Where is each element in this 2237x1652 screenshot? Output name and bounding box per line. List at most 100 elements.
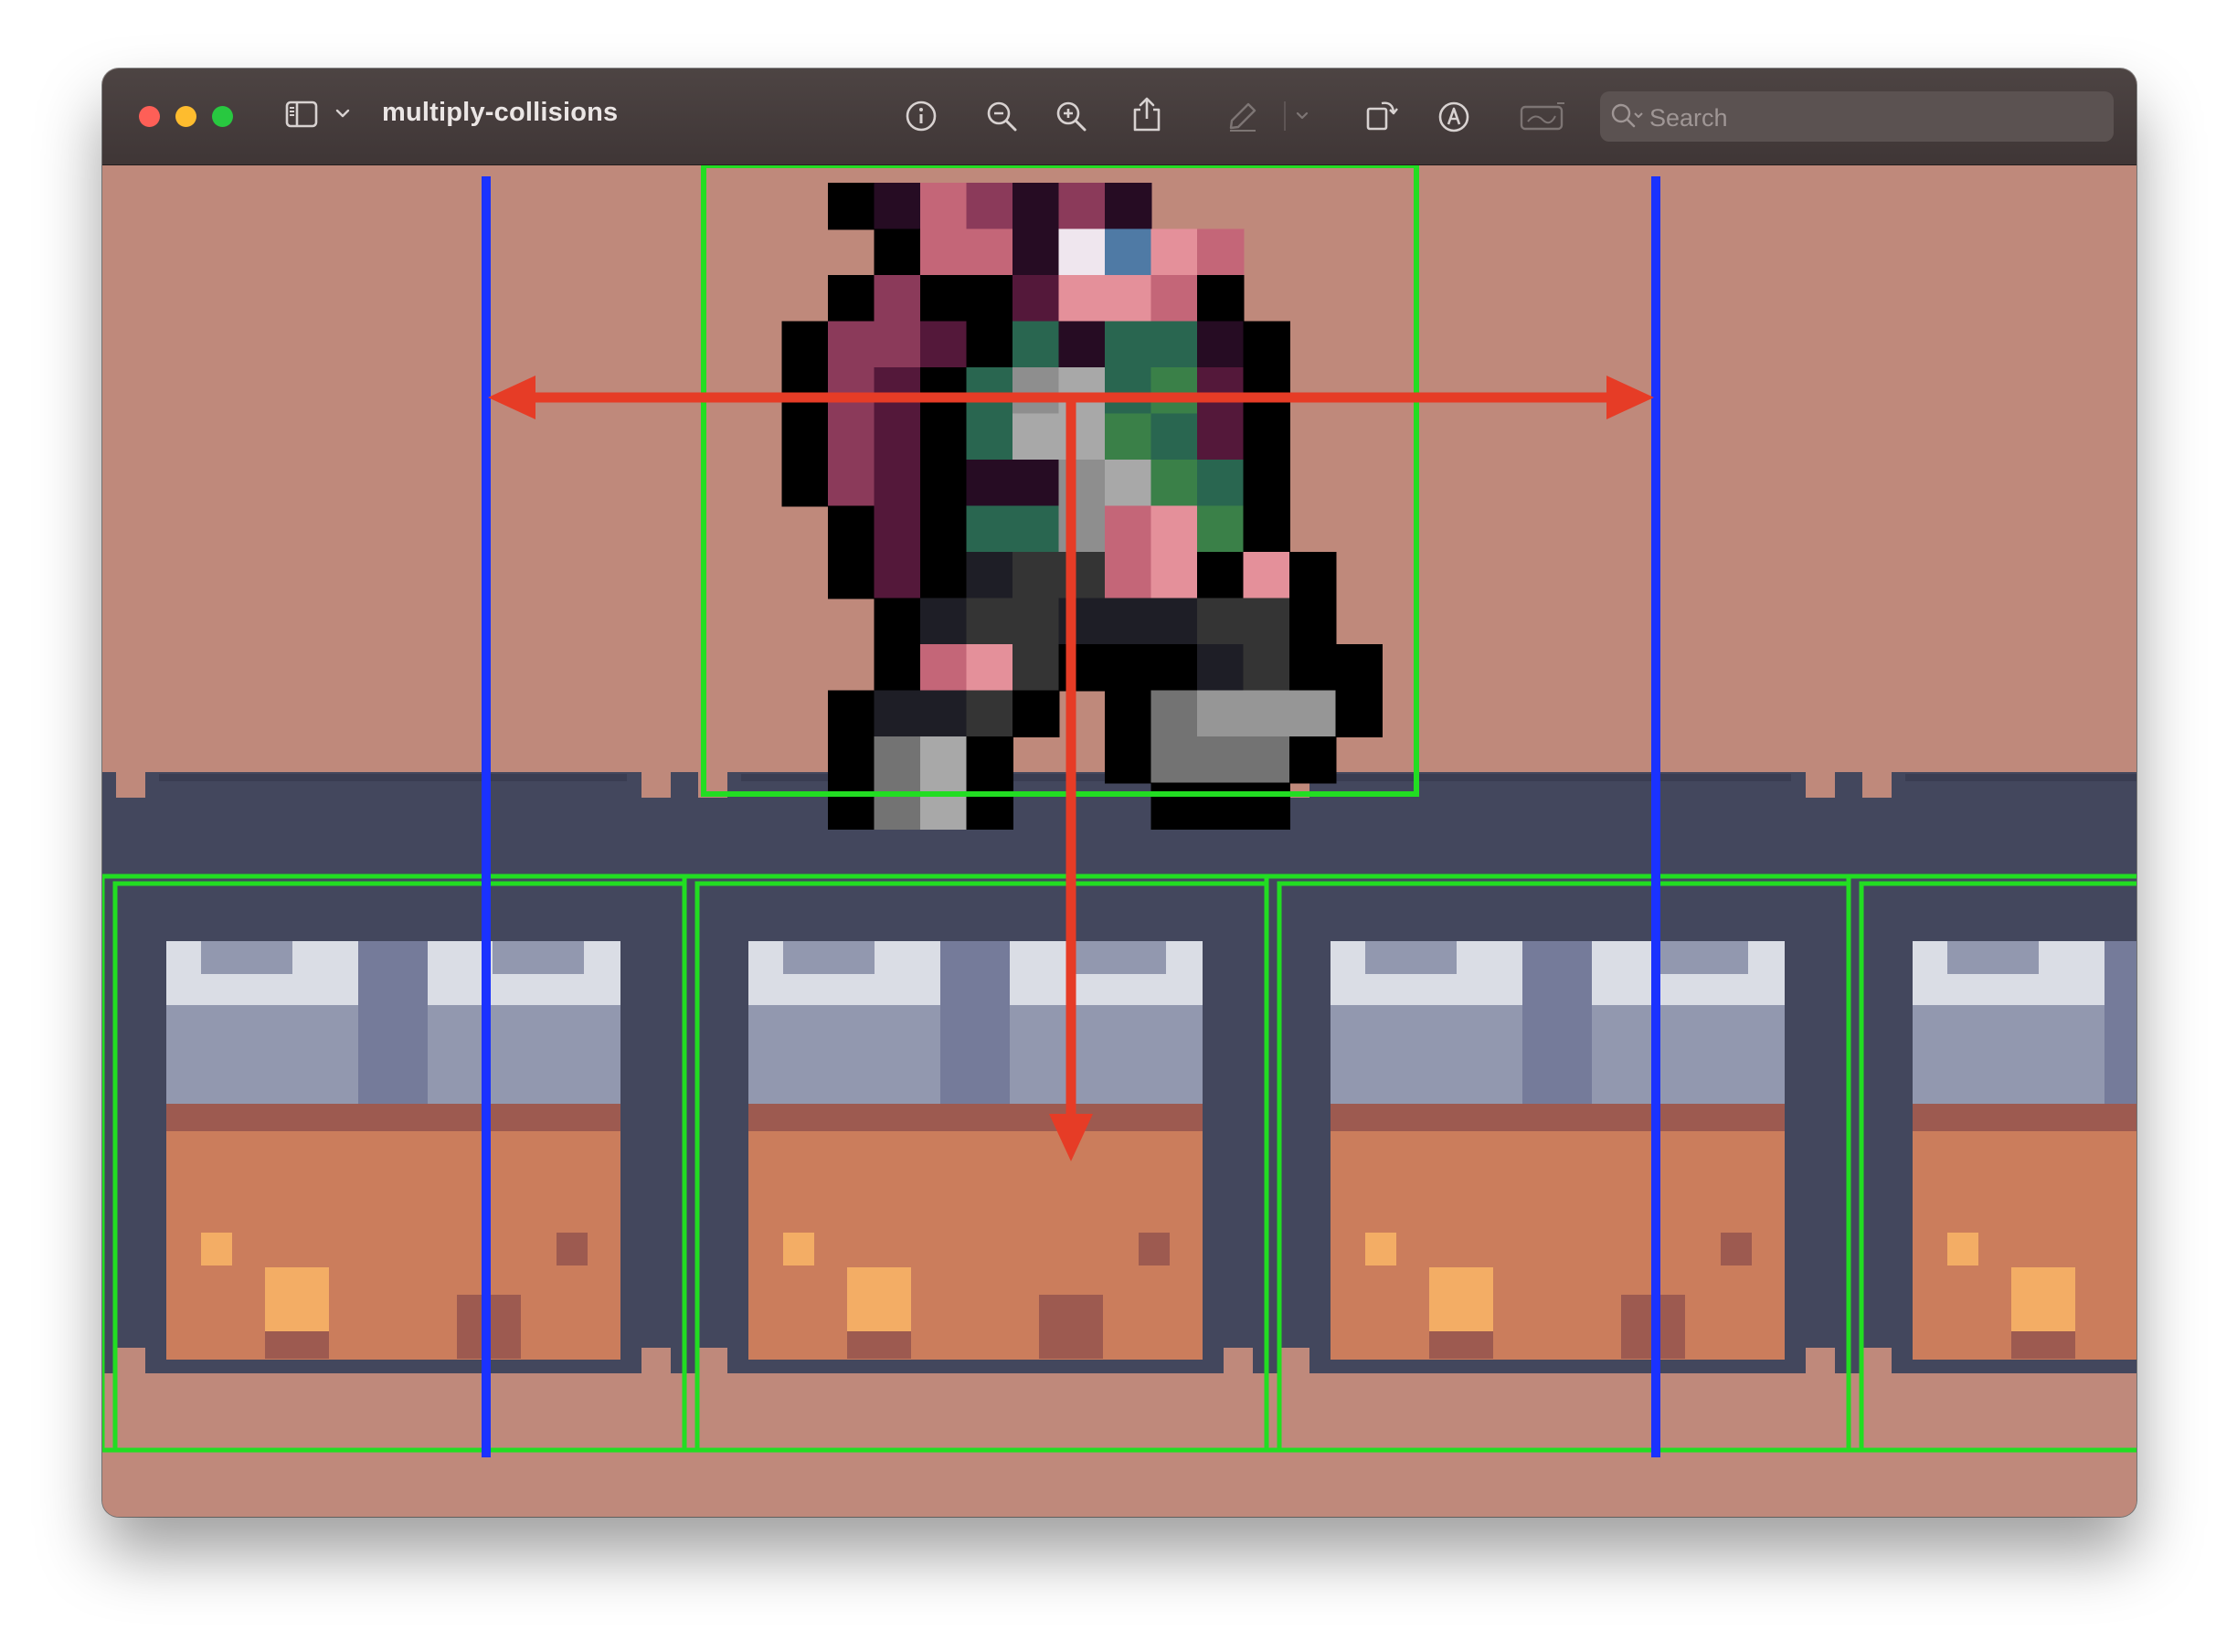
sprite-pixel [1243,552,1290,599]
tile-seam [2104,941,2136,1104]
sprite-pixel [1012,598,1060,645]
sprite-pixel [920,598,968,645]
minimize-button[interactable] [175,106,196,127]
tile-notch [1224,1348,1253,1373]
zoom-in-icon[interactable] [1055,100,1087,132]
tile-spot [2011,1267,2075,1331]
sprite-pixel [1197,367,1245,415]
tile-notch [1806,1348,1835,1373]
sprite-pixel [874,782,921,830]
sprite-pixel [920,275,968,323]
share-icon[interactable] [1131,96,1162,132]
sprite-pixel [1105,321,1152,368]
sprite-pixel [874,644,921,692]
sprite-pixel [1012,228,1060,276]
tile-spot [783,1233,814,1265]
sprite-pixel [1150,413,1198,461]
sprite-pixel [1105,552,1152,599]
sprite-pixel [920,736,968,784]
sprite-pixel [966,367,1013,415]
sprite-pixel [781,460,829,507]
tile-top-edge [159,774,627,781]
tile-spot [1365,1233,1396,1265]
tile-notch [1862,772,1892,798]
sprite-pixel [920,183,968,230]
sprite-pixel [1058,644,1106,692]
tile-notch [641,1348,671,1373]
sprite-pixel [1105,505,1152,553]
sprite-pixel [966,413,1013,461]
sprite-pixel [1150,736,1198,784]
zoom-button[interactable] [212,106,233,127]
info-icon[interactable] [905,100,938,132]
sprite-pixel [1105,413,1152,461]
sprite-pixel [920,228,968,276]
ground-tile [684,772,1267,1373]
sprite-pixel [1058,598,1106,645]
sprite-pixel [828,321,875,368]
tile-spot [557,1233,588,1265]
sprite-pixel [874,321,921,368]
sprite-pixel [1058,183,1106,230]
tile-spot [2011,1331,2075,1359]
tile-spot [847,1331,911,1359]
sprite-pixel [1150,598,1198,645]
sprite-pixel [1150,690,1198,737]
document-canvas[interactable] [102,165,2136,1517]
sprite-pixel [1058,228,1106,276]
tile-notch [116,772,145,798]
sprite-pixel [1289,598,1337,645]
markup-pen-icon [1226,100,1259,132]
sprite-pixel [966,460,1013,507]
sprite-pixel [1243,598,1290,645]
tile-band [1913,1104,2136,1131]
sprite-pixel [874,736,921,784]
sprite-pixel [920,690,968,737]
sprite-pixel [1243,782,1290,830]
close-button[interactable] [139,106,160,127]
zoom-out-icon[interactable] [985,100,1018,132]
sprite-pixel [781,321,829,368]
signature-icon [1519,100,1566,132]
sprite-pixel [1150,782,1198,830]
tile-rivet [1075,941,1166,974]
sprite-pixel [874,552,921,599]
sprite-pixel [874,598,921,645]
sprite-pixel [966,690,1013,737]
chevron-down-icon[interactable] [334,105,351,122]
sprite-pixel [828,690,875,737]
sprite-pixel [828,413,875,461]
sprite-pixel [781,367,829,415]
sprite-pixel [828,505,875,553]
sprite-pixel [1150,228,1198,276]
sprite-pixel [1335,690,1383,737]
sprite-pixel [966,644,1013,692]
sprite-pixel [1012,367,1060,415]
sprite-pixel [920,367,968,415]
sprite-pixel [1150,505,1198,553]
sprite-pixel [920,644,968,692]
search-field[interactable]: Search [1600,91,2114,142]
sprite-pixel [1243,644,1290,692]
sprite-pixel [1058,505,1106,553]
sprite-pixel [1150,552,1198,599]
tile-spot [1139,1233,1170,1265]
sprite-pixel [1012,552,1060,599]
sprite-pixel [1243,413,1290,461]
sidebar-toggle-icon[interactable] [285,100,318,129]
markup-icon[interactable] [1437,100,1471,134]
sprite-pixel [828,367,875,415]
tile-rivet [1657,941,1748,974]
tile-notch [1806,772,1835,798]
collision-diagram [102,165,2136,1517]
tile-band [166,1104,620,1131]
tile-notch [1280,1348,1309,1373]
search-icon [1609,101,1646,131]
sprite-pixel [1289,644,1337,692]
ground-tiles [102,772,2136,1373]
sprite-pixel [874,413,921,461]
sprite-pixel [1105,275,1152,323]
sprite-pixel [1197,598,1245,645]
rotate-icon[interactable] [1363,96,1400,132]
sprite-pixel [966,183,1013,230]
